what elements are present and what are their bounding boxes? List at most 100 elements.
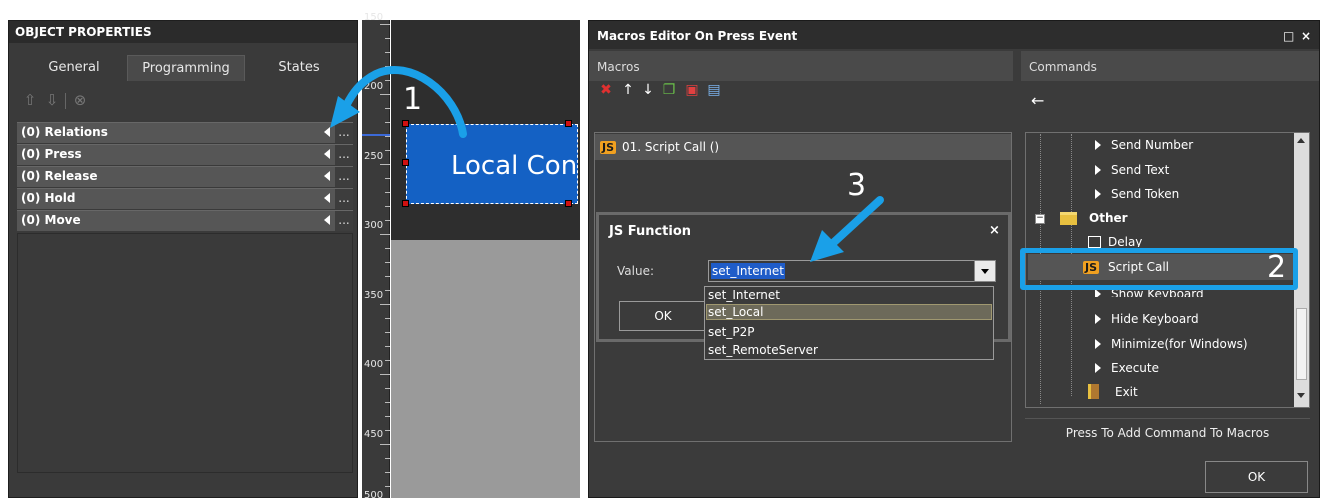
resize-handle[interactable]: [402, 120, 409, 127]
remove-file-icon[interactable]: ▣: [684, 82, 700, 98]
resize-handle[interactable]: [565, 200, 572, 207]
command-label: Execute: [1111, 361, 1159, 375]
ruler-tick: [385, 262, 390, 263]
macros-header: Macros: [589, 51, 1013, 81]
value-label: Value:: [617, 264, 654, 278]
command-label: Send Text: [1111, 163, 1170, 177]
close-icon[interactable]: ×: [989, 223, 1000, 238]
collapse-arrow-icon[interactable]: [324, 215, 330, 225]
dropdown-option[interactable]: set_Internet: [708, 288, 780, 302]
ruler-label: 250: [364, 151, 384, 162]
ok-button[interactable]: OK: [619, 301, 707, 331]
ruler-tick: [385, 220, 390, 221]
ruler-tick: [385, 122, 390, 123]
command-delay[interactable]: Delay: [1108, 235, 1142, 247]
dropdown-option[interactable]: set_Local: [708, 305, 763, 319]
event-label: (0) Hold: [21, 191, 76, 205]
move-down-icon[interactable]: ⇩: [43, 91, 61, 109]
toolbar-divider: [65, 93, 66, 109]
delete-macro-icon[interactable]: ✖: [598, 82, 614, 98]
dropdown-option[interactable]: set_P2P: [708, 325, 754, 339]
callout-number-3: 3: [847, 168, 867, 203]
more-button[interactable]: ...: [335, 189, 353, 209]
tab-states[interactable]: States: [261, 55, 337, 81]
collapse-arrow-icon[interactable]: [324, 127, 330, 137]
event-row-release[interactable]: (0) Release ...: [17, 166, 353, 187]
move-up-icon[interactable]: ↑: [620, 82, 636, 98]
ruler-tick: [385, 150, 390, 151]
dropdown-option[interactable]: set_RemoteServer: [708, 343, 818, 357]
scrollbar-thumb[interactable]: [1296, 308, 1307, 380]
delete-icon[interactable]: ⊗: [71, 91, 89, 109]
canvas-offpage-area: [391, 240, 580, 498]
js-badge: JS: [600, 141, 617, 154]
ruler-tick: [380, 234, 390, 235]
more-button[interactable]: ...: [335, 167, 353, 187]
ruler-label: 200: [364, 81, 384, 92]
ruler-tick: [380, 94, 390, 95]
command-exit[interactable]: Exit: [1115, 385, 1138, 399]
move-up-icon[interactable]: ⇧: [21, 91, 39, 109]
command-minimize[interactable]: Minimize(for Windows): [1095, 337, 1248, 351]
event-row-move[interactable]: (0) Move ...: [17, 210, 353, 231]
ruler-tick: [385, 360, 390, 361]
back-arrow-icon[interactable]: ←: [1031, 91, 1044, 110]
event-row-hold[interactable]: (0) Hold ...: [17, 188, 353, 209]
command-arrow-icon: [1095, 189, 1101, 199]
command-folder-other[interactable]: Other: [1089, 211, 1128, 225]
dialog-title: JS Function: [609, 224, 692, 239]
ruler-tick: [385, 332, 390, 333]
ruler-tick: [385, 430, 390, 431]
close-icon[interactable]: ×: [1301, 29, 1311, 43]
collapse-arrow-icon[interactable]: [324, 149, 330, 159]
command-hide-keyboard[interactable]: Hide Keyboard: [1095, 312, 1199, 326]
move-down-icon[interactable]: ↓: [640, 82, 656, 98]
collapse-arrow-icon[interactable]: [324, 193, 330, 203]
commands-header: Commands: [1021, 51, 1319, 81]
event-row-press[interactable]: (0) Press ...: [17, 144, 353, 165]
event-row-relations[interactable]: (0) Relations ...: [17, 122, 353, 143]
tab-general[interactable]: General: [29, 55, 119, 81]
command-send-number[interactable]: Send Number: [1095, 138, 1193, 152]
save-icon[interactable]: ▤: [706, 82, 722, 98]
resize-handle[interactable]: [402, 159, 409, 166]
more-button[interactable]: ...: [335, 123, 353, 143]
commands-toolbar: [1021, 81, 1319, 117]
command-send-text[interactable]: Send Text: [1095, 163, 1169, 177]
command-send-token[interactable]: Send Token: [1095, 187, 1179, 201]
local-connection-button-widget[interactable]: Local Connection: [406, 124, 578, 204]
ruler-tick: [380, 24, 390, 25]
command-arrow-icon: [1095, 339, 1101, 349]
event-label: (0) Move: [21, 213, 81, 227]
ruler-tick: [385, 458, 390, 459]
command-label: Hide Keyboard: [1111, 312, 1199, 326]
ruler-tick: [385, 80, 390, 81]
tab-programming[interactable]: Programming: [127, 55, 245, 81]
value-combobox[interactable]: set_Internet: [708, 260, 976, 282]
collapse-icon[interactable]: −: [1035, 214, 1045, 224]
scroll-up-icon[interactable]: [1297, 138, 1305, 143]
ok-button[interactable]: OK: [1205, 461, 1308, 493]
ruler-tick: [385, 276, 390, 277]
ruler-tick: [385, 206, 390, 207]
resize-handle[interactable]: [402, 200, 409, 207]
more-button[interactable]: ...: [335, 145, 353, 165]
ruler-tick: [380, 304, 390, 305]
command-arrow-icon: [1095, 289, 1101, 297]
maximize-icon[interactable]: □: [1283, 29, 1294, 43]
chevron-down-icon[interactable]: [974, 260, 996, 282]
ruler-tick: [380, 374, 390, 375]
ruler-label: 500: [364, 490, 384, 498]
event-label: (0) Relations: [21, 125, 108, 139]
ruler-tick: [385, 290, 390, 291]
selected-value: set_Internet: [711, 263, 785, 279]
command-label: Send Number: [1111, 138, 1194, 152]
command-arrow-icon: [1095, 314, 1101, 324]
ruler-tick: [385, 318, 390, 319]
copy-icon[interactable]: ❐: [661, 82, 677, 98]
more-button[interactable]: ...: [335, 211, 353, 231]
scroll-down-icon[interactable]: [1297, 393, 1305, 398]
collapse-arrow-icon[interactable]: [324, 171, 330, 181]
resize-handle[interactable]: [565, 120, 572, 127]
command-execute[interactable]: Execute: [1095, 361, 1159, 375]
